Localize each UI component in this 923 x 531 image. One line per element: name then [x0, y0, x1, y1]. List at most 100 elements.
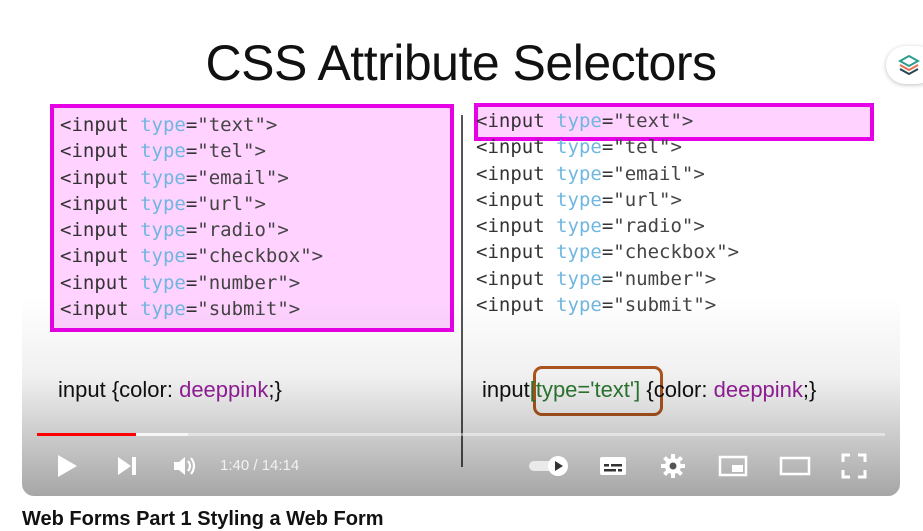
video-player[interactable]: CSS Attribute Selectors <input type="tex…: [22, 0, 900, 496]
code-line: <input type="radio">: [476, 213, 876, 239]
code-val: "number">: [613, 267, 717, 290]
code-line: <input type="number">: [60, 270, 450, 296]
code-tag: <input: [60, 245, 141, 268]
code-tag: <input: [476, 267, 557, 290]
code-attr: type: [140, 245, 186, 268]
code-line: <input type="number">: [476, 266, 876, 292]
subtitles-button[interactable]: [596, 446, 630, 486]
code-val: "radio">: [197, 219, 289, 242]
fullscreen-button[interactable]: [837, 446, 871, 486]
gear-icon: [661, 454, 685, 478]
miniplayer-button[interactable]: [716, 446, 750, 486]
code-line: <input type="email">: [60, 165, 450, 191]
slide-title: CSS Attribute Selectors: [205, 35, 717, 91]
code-attr: type: [556, 215, 602, 238]
code-val: "number">: [197, 271, 301, 294]
volume-button[interactable]: [168, 446, 202, 486]
code-tag: <input: [60, 219, 141, 242]
code-attr: type: [556, 241, 602, 264]
right-css-rule: input[type='text'] {color: deeppink;}: [482, 377, 816, 403]
code-attr: type: [556, 136, 602, 159]
code-tag: <input: [60, 166, 141, 189]
theater-mode-icon: [779, 456, 811, 476]
code-eq: =: [601, 215, 614, 238]
code-attr: type: [140, 219, 186, 242]
code-line: <input type="submit">: [60, 296, 450, 322]
autoplay-toggle[interactable]: [527, 446, 573, 486]
code-eq: =: [601, 188, 614, 211]
play-icon: [58, 455, 77, 477]
code-eq: =: [601, 294, 614, 317]
settings-button[interactable]: [656, 446, 690, 486]
rule-text: input: [482, 377, 530, 402]
right-code-panel: <input type="text"> <input type="tel"> <in…: [476, 104, 876, 318]
control-bar: 1:40 / 14:14: [22, 446, 900, 486]
code-line: <input type="text">: [476, 108, 876, 134]
next-button[interactable]: [110, 446, 144, 486]
miniplayer-icon: [718, 455, 748, 477]
code-eq: =: [185, 271, 198, 294]
rule-text: ;}: [268, 377, 282, 402]
code-eq: =: [601, 136, 614, 159]
rule-keyword: deeppink: [713, 377, 803, 402]
code-attr: type: [140, 140, 186, 163]
code-eq: =: [601, 162, 614, 185]
code-val: "radio">: [613, 215, 705, 238]
volume-icon: [174, 457, 196, 475]
rule-keyword: deeppink: [179, 377, 269, 402]
code-line: <input type="tel">: [60, 138, 450, 164]
code-tag: <input: [60, 140, 141, 163]
code-tag: <input: [476, 162, 557, 185]
progress-played: [37, 433, 137, 436]
code-eq: =: [185, 114, 198, 136]
rule-text: input {color:: [58, 377, 180, 402]
code-eq: =: [601, 110, 614, 132]
next-icon: [118, 457, 136, 475]
left-code-panel: <input type="text"> <input type="tel"> <in…: [50, 104, 454, 332]
left-css-rule: input {color: deeppink;}: [58, 377, 282, 403]
code-tag: <input: [60, 298, 141, 321]
code-line: <input type="radio">: [60, 217, 450, 243]
code-line: <input type="checkbox">: [476, 239, 876, 265]
code-eq: =: [185, 298, 198, 321]
code-val: "submit">: [613, 294, 717, 317]
slide-divider: [461, 115, 463, 467]
code-attr: type: [556, 110, 602, 132]
code-attr: type: [140, 114, 186, 136]
code-tag: <input: [476, 215, 557, 238]
code-eq: =: [601, 267, 614, 290]
code-eq: =: [185, 192, 198, 215]
theater-mode-button[interactable]: [776, 446, 814, 486]
code-attr: type: [140, 166, 186, 189]
code-val: "text">: [197, 114, 278, 136]
code-tag: <input: [60, 192, 141, 215]
code-val: "checkbox">: [613, 241, 740, 264]
rule-selector: [type='text']: [529, 377, 641, 402]
code-val: "url">: [613, 188, 682, 211]
layers-icon: [898, 54, 920, 76]
fullscreen-icon: [841, 453, 867, 479]
code-val: "tel">: [197, 140, 266, 163]
side-extension-button[interactable]: [886, 46, 923, 84]
code-tag: <input: [476, 241, 557, 264]
code-attr: type: [140, 298, 186, 321]
code-attr: type: [556, 162, 602, 185]
progress-bar[interactable]: [37, 433, 885, 436]
code-attr: type: [140, 192, 186, 215]
code-val: "email">: [197, 166, 289, 189]
code-eq: =: [601, 241, 614, 264]
code-val: "url">: [197, 192, 266, 215]
code-attr: type: [556, 188, 602, 211]
code-val: "email">: [613, 162, 705, 185]
rule-text: ;}: [802, 377, 817, 402]
code-val: "tel">: [613, 136, 682, 159]
code-val: "text">: [613, 110, 694, 132]
code-line: <input type="url">: [60, 191, 450, 217]
code-val: "checkbox">: [197, 245, 324, 268]
play-button[interactable]: [50, 446, 84, 486]
code-line: <input type="url">: [476, 187, 876, 213]
code-tag: <input: [60, 271, 141, 294]
code-tag: <input: [476, 110, 557, 132]
code-line: <input type="text">: [60, 112, 450, 138]
code-eq: =: [185, 140, 198, 163]
